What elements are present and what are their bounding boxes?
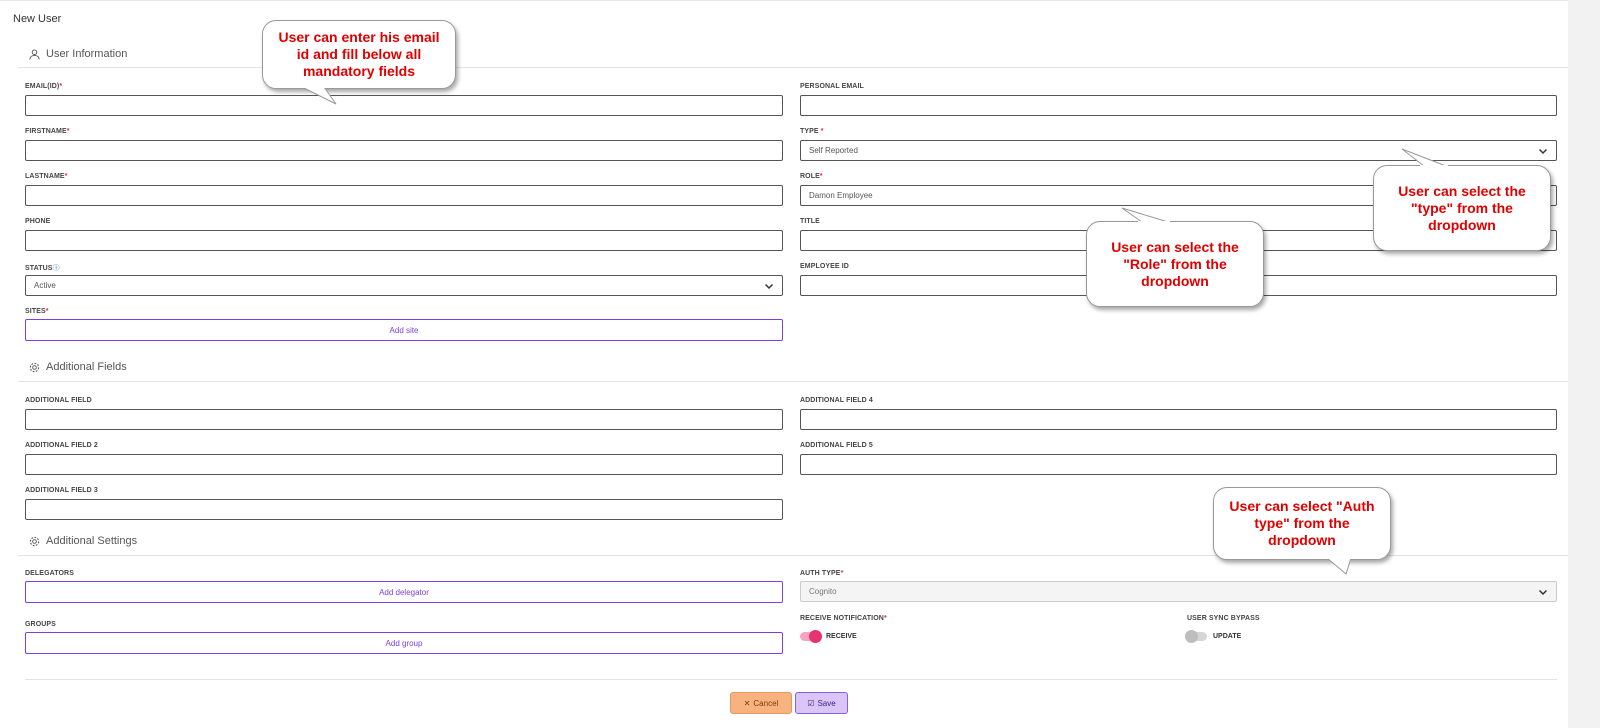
firstname-field[interactable] bbox=[25, 140, 783, 161]
user-sync-bypass-label: USER SYNC BYPASS bbox=[1187, 615, 1260, 622]
additional-field-5-label: ADDITIONAL FIELD 5 bbox=[800, 442, 873, 449]
callout-tail bbox=[1121, 207, 1170, 223]
personal-email-field[interactable] bbox=[800, 95, 1557, 116]
callout-role: User can select the "Role" from the drop… bbox=[1086, 221, 1264, 307]
save-button[interactable]: ☑ Save bbox=[795, 692, 848, 714]
chevron-down-icon bbox=[1538, 148, 1548, 154]
delegators-label: DELEGATORS bbox=[25, 570, 74, 577]
add-site-button[interactable]: Add site bbox=[25, 319, 783, 341]
callout-tail bbox=[1401, 148, 1448, 167]
additional-field-4-input[interactable] bbox=[800, 409, 1557, 430]
phone-label: PHONE bbox=[25, 218, 51, 225]
lastname-field[interactable] bbox=[25, 185, 783, 206]
callout-email: User can enter his email id and fill bel… bbox=[262, 20, 456, 89]
role-label: ROLE* bbox=[800, 173, 823, 180]
toggle-switch[interactable] bbox=[1185, 630, 1207, 643]
receive-notification-toggle[interactable]: RECEIVE bbox=[800, 630, 857, 643]
status-selected-value: Active bbox=[34, 281, 56, 290]
type-selected-value: Self Reported bbox=[809, 146, 858, 155]
close-icon: ✕ bbox=[743, 698, 751, 708]
chevron-down-icon bbox=[1538, 589, 1548, 595]
additional-field-3-label: ADDITIONAL FIELD 3 bbox=[25, 487, 98, 494]
additional-field-input[interactable] bbox=[25, 409, 783, 430]
section-title: User Information bbox=[46, 48, 128, 60]
title-label: TITLE bbox=[800, 218, 820, 225]
user-sync-bypass-toggle[interactable]: UPDATE bbox=[1185, 630, 1242, 643]
user-icon bbox=[29, 48, 40, 60]
gear-icon bbox=[29, 362, 40, 372]
checkbox-icon: ☑ bbox=[807, 698, 815, 708]
callout-tail bbox=[1326, 558, 1353, 575]
additional-field-label: ADDITIONAL FIELD bbox=[25, 397, 92, 404]
callout-tail bbox=[301, 87, 337, 105]
status-label: STATUSⓘ bbox=[25, 265, 60, 272]
role-selected-value: Damon Employee bbox=[809, 191, 873, 200]
callout-auth: User can select "Auth type" from the dro… bbox=[1213, 487, 1391, 560]
personal-email-label: PERSONAL EMAIL bbox=[800, 83, 864, 90]
type-label: TYPE * bbox=[800, 128, 824, 135]
divider bbox=[18, 381, 1568, 382]
scrollbar-track[interactable] bbox=[1568, 0, 1600, 728]
divider bbox=[25, 679, 1557, 680]
auth-type-label: AUTH TYPE* bbox=[800, 570, 844, 577]
status-select[interactable]: Active bbox=[25, 275, 783, 296]
additional-field-3-input[interactable] bbox=[25, 499, 783, 520]
add-group-button[interactable]: Add group bbox=[25, 632, 783, 654]
callout-type: User can select the "type" from the drop… bbox=[1373, 165, 1551, 251]
divider bbox=[18, 67, 1568, 68]
section-additional-settings: Additional Settings bbox=[29, 535, 137, 547]
phone-field[interactable] bbox=[25, 230, 783, 251]
chevron-down-icon bbox=[764, 283, 774, 289]
section-user-information: User Information bbox=[29, 48, 127, 60]
email-label: EMAIL(ID)* bbox=[25, 83, 63, 90]
additional-field-2-input[interactable] bbox=[25, 454, 783, 475]
lastname-label: LASTNAME* bbox=[25, 173, 68, 180]
section-title: Additional Settings bbox=[46, 535, 138, 547]
additional-field-2-label: ADDITIONAL FIELD 2 bbox=[25, 442, 98, 449]
auth-type-select[interactable]: Cognito bbox=[800, 581, 1557, 602]
toggle-label: UPDATE bbox=[1213, 633, 1242, 640]
add-delegator-button[interactable]: Add delegator bbox=[25, 581, 783, 603]
cancel-button[interactable]: ✕ Cancel bbox=[730, 692, 792, 714]
info-icon[interactable]: ⓘ bbox=[53, 265, 60, 272]
employee-id-label: EMPLOYEE ID bbox=[800, 263, 849, 270]
new-user-page: New User User Information EMAIL(ID)* PER… bbox=[0, 0, 1568, 728]
email-field[interactable] bbox=[25, 95, 783, 116]
groups-label: GROUPS bbox=[25, 621, 56, 628]
receive-notification-label: RECEIVE NOTIFICATION* bbox=[800, 615, 887, 622]
page-title: New User bbox=[13, 13, 62, 25]
additional-field-5-input[interactable] bbox=[800, 454, 1557, 475]
section-title: Additional Fields bbox=[46, 361, 127, 373]
firstname-label: FIRSTNAME* bbox=[25, 128, 70, 135]
auth-type-selected-value: Cognito bbox=[809, 587, 837, 596]
sites-label: SITES* bbox=[25, 308, 49, 315]
toggle-label: RECEIVE bbox=[826, 633, 857, 640]
additional-field-4-label: ADDITIONAL FIELD 4 bbox=[800, 397, 873, 404]
gear-icon bbox=[29, 536, 40, 546]
section-additional-fields: Additional Fields bbox=[29, 361, 127, 373]
toggle-switch[interactable] bbox=[800, 630, 822, 643]
